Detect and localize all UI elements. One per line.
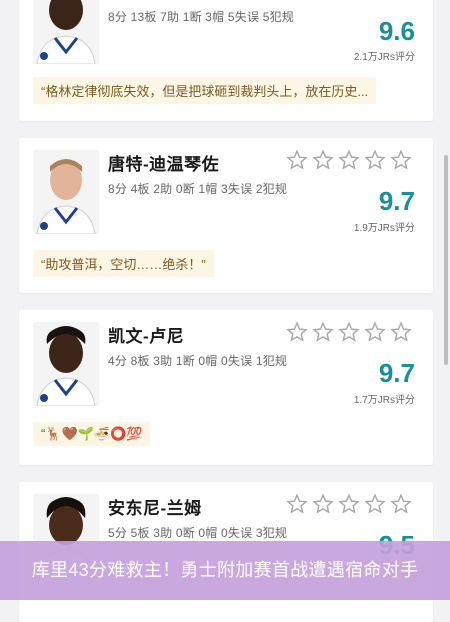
player-name: 凯文-卢尼 <box>108 327 185 346</box>
player-avatar <box>33 322 99 406</box>
rating-stars[interactable] <box>286 493 412 515</box>
star-icon[interactable] <box>364 149 386 171</box>
player-stats: 8分 13板 7助 1断 3帽 5失误 5犯规 <box>108 10 294 24</box>
headline-banner[interactable]: 库里43分难救主！勇士附加赛首战遭遇宿命对手 <box>0 541 450 600</box>
star-icon[interactable] <box>286 321 308 343</box>
star-icon[interactable] <box>338 149 360 171</box>
star-icon[interactable] <box>338 321 360 343</box>
player-score: 9.7 <box>378 186 415 216</box>
player-score: 9.6 <box>378 16 415 46</box>
star-icon[interactable] <box>286 149 308 171</box>
star-icon[interactable] <box>338 493 360 515</box>
star-icon[interactable] <box>312 493 334 515</box>
player-name: 唐特-迪温琴佐 <box>108 155 220 174</box>
player-avatar <box>33 150 99 234</box>
player-quote: “助攻普洱，空切……绝杀！” <box>33 250 214 277</box>
rating-stars[interactable] <box>286 149 412 171</box>
star-icon[interactable] <box>364 321 386 343</box>
player-card-2[interactable]: 唐特-迪温琴佐 8分 4板 2助 0断 1帽 3失误 2犯规 9.7 1.9万J… <box>19 138 433 293</box>
player-quote: “🦌🤎🌱🍜⭕💯 <box>33 422 151 446</box>
player-name: 安东尼-兰姆 <box>108 499 202 518</box>
player-votes: 2.1万JRs评分 <box>353 52 415 63</box>
player-avatar <box>33 0 99 64</box>
player-stats: 4分 8板 3助 1断 0帽 0失误 1犯规 <box>108 354 288 368</box>
star-icon[interactable] <box>364 493 386 515</box>
scrollbar[interactable] <box>444 155 448 365</box>
player-card-3[interactable]: 凯文-卢尼 4分 8板 3助 1断 0帽 0失误 1犯规 9.7 1.7万JRs… <box>19 310 433 465</box>
star-icon[interactable] <box>312 321 334 343</box>
player-stats: 8分 4板 2助 0断 1帽 3失误 2犯规 <box>108 182 288 196</box>
player-score: 9.7 <box>378 358 415 388</box>
player-votes: 1.9万JRs评分 <box>353 223 415 234</box>
star-icon[interactable] <box>390 149 412 171</box>
rating-stars[interactable] <box>286 321 412 343</box>
star-icon[interactable] <box>390 321 412 343</box>
player-card-1[interactable]: 8分 13板 7助 1断 3帽 5失误 5犯规 9.6 2.1万JRs评分 “格… <box>19 0 433 121</box>
player-stats: 5分 5板 3助 0断 0帽 0失误 3犯规 <box>108 526 288 540</box>
star-icon[interactable] <box>312 149 334 171</box>
star-icon[interactable] <box>390 493 412 515</box>
star-icon[interactable] <box>286 493 308 515</box>
player-quote: “格林定律彻底失效，但是把球砸到裁判头上，放在历史... <box>33 77 377 104</box>
player-votes: 1.7万JRs评分 <box>353 395 415 406</box>
